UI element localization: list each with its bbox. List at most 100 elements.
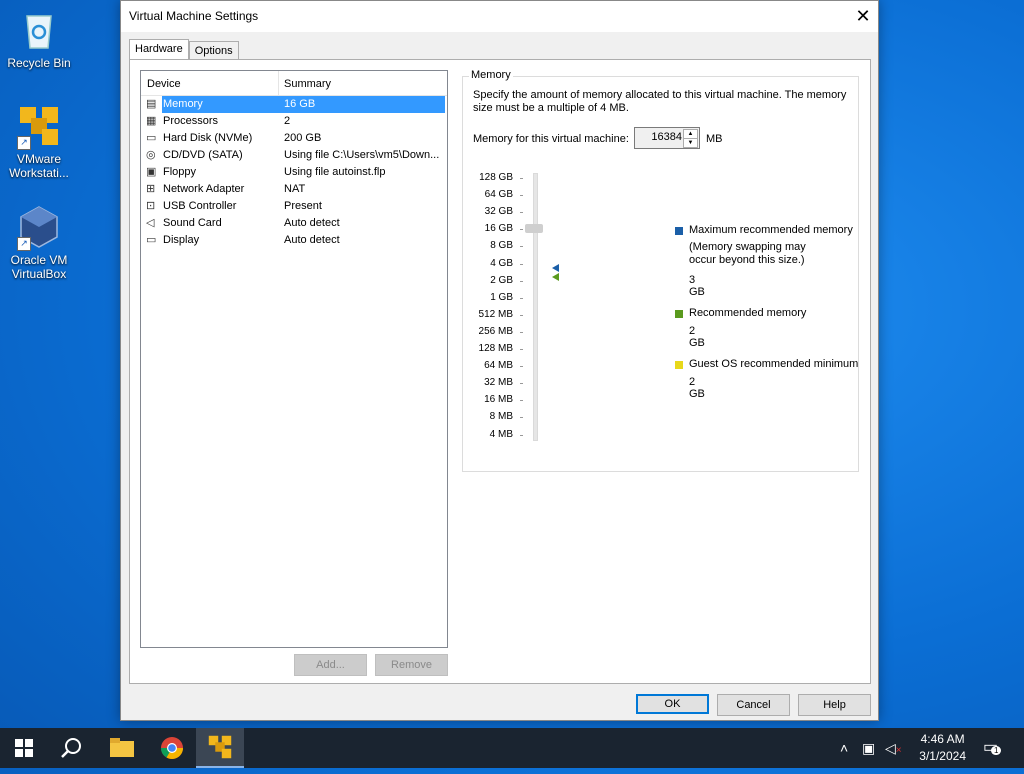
device-name: USB Controller	[163, 200, 237, 212]
device-row-sound-card[interactable]: ◁ Sound Card Auto detect	[141, 215, 447, 232]
scale-label: 32 MB	[484, 377, 513, 389]
device-summary: 16 GB	[284, 98, 316, 110]
memory-spinner[interactable]: 16384 ▲ ▼	[634, 127, 700, 149]
column-device[interactable]: Device	[147, 78, 181, 90]
spin-down-icon[interactable]: ▼	[683, 138, 698, 148]
scale-tick	[520, 383, 523, 385]
device-name: Sound Card	[163, 217, 222, 229]
scale-label: 8 MB	[489, 411, 513, 423]
column-divider[interactable]	[278, 71, 279, 95]
legend-value: 2 GB	[689, 376, 705, 400]
hard-disk-icon: ▭	[146, 132, 157, 144]
scale-label: 8 GB	[490, 240, 513, 252]
legend-title: Guest OS recommended minimum	[689, 358, 859, 370]
scale-label: 512 MB	[478, 308, 513, 320]
device-summary: Using file C:\Users\vm5\Down...	[284, 149, 440, 161]
device-row-memory[interactable]: ▤ Memory 16 GB	[141, 96, 447, 113]
scale-label: 1 GB	[490, 291, 513, 303]
scale-label: 16 MB	[484, 394, 513, 406]
scale-tick	[520, 178, 523, 179]
volume-muted-icon[interactable]: ◁×	[885, 740, 902, 757]
device-row-processors[interactable]: ▦ Processors 2	[141, 113, 447, 130]
scale-tick	[520, 229, 523, 231]
scale-label: 64 MB	[484, 360, 513, 372]
chrome-button[interactable]	[148, 728, 196, 768]
ok-button[interactable]: OK	[636, 694, 709, 714]
device-row-display[interactable]: ▭ Display Auto detect	[141, 232, 447, 249]
recommended-marker	[552, 273, 559, 281]
chrome-icon	[161, 737, 183, 759]
folder-icon	[110, 738, 134, 757]
guest-minimum-swatch	[675, 361, 683, 369]
taskbar: ˄ ▣ ◁× 4:46 AM 3/1/2024 ▭ 1	[0, 728, 1024, 768]
scale-tick	[520, 349, 523, 350]
usb-icon: ⊡	[146, 200, 156, 212]
close-icon[interactable]: ✕	[848, 1, 878, 32]
search-button[interactable]	[48, 728, 96, 768]
device-row-floppy[interactable]: ▣ Floppy Using file autoinst.flp	[141, 164, 447, 181]
tab-options[interactable]: Options	[188, 41, 239, 61]
memory-group-label: Memory	[469, 69, 513, 81]
start-button[interactable]	[0, 728, 48, 768]
memory-group: Memory Specify the amount of memory allo…	[462, 69, 859, 472]
device-row-usb-controller[interactable]: ⊡ USB Controller Present	[141, 198, 447, 215]
scale-tick	[520, 314, 523, 316]
device-row-cd-dvd[interactable]: ◎ CD/DVD (SATA) Using file C:\Users\vm5\…	[141, 147, 447, 164]
add-button[interactable]: Add...	[294, 654, 367, 676]
scale-label: 4 MB	[489, 428, 513, 440]
device-row-network-adapter[interactable]: ⊞ Network Adapter NAT	[141, 181, 447, 198]
scale-label: 64 GB	[484, 189, 513, 201]
tab-hardware[interactable]: Hardware	[129, 39, 189, 61]
vm-settings-dialog: Virtual Machine Settings ✕ Hardware Optio…	[120, 0, 879, 721]
desktop-icon-label: Oracle VM VirtualBox	[10, 253, 68, 281]
file-explorer-button[interactable]	[98, 728, 146, 768]
vmware-taskbar-button[interactable]	[196, 728, 244, 768]
column-summary[interactable]: Summary	[284, 78, 331, 90]
memory-value-input[interactable]: 16384	[651, 131, 682, 143]
notification-count: 1	[991, 746, 1002, 755]
device-summary: 2	[284, 115, 291, 127]
notification-button[interactable]: ▭ 1	[983, 737, 1002, 757]
help-button[interactable]: Help	[798, 694, 871, 716]
legend-value: 3 GB	[689, 274, 705, 298]
vmware-icon	[208, 735, 232, 759]
device-list[interactable]: Device Summary ▤ Memory 16 GB ▦ Processo…	[140, 70, 448, 648]
scale-tick	[520, 400, 523, 402]
processor-icon: ▦	[146, 115, 157, 127]
memory-unit: MB	[706, 133, 723, 145]
scale-tick	[520, 212, 523, 214]
virtualbox-icon: ↗	[17, 205, 61, 251]
network-adapter-icon: ⊞	[146, 183, 156, 195]
memory-field-label: Memory for this virtual machine:	[473, 133, 629, 145]
device-row-hard-disk[interactable]: ▭ Hard Disk (NVMe) 200 GB	[141, 130, 447, 147]
scale-tick	[520, 366, 523, 368]
clock[interactable]: 4:46 AM 3/1/2024	[919, 731, 966, 765]
desktop-icon-recycle-bin[interactable]: Recycle Bin	[1, 8, 77, 70]
windows-icon	[15, 739, 33, 757]
shortcut-arrow-icon: ↗	[17, 237, 31, 251]
recommended-swatch	[675, 310, 683, 318]
remove-button[interactable]: Remove	[375, 654, 448, 676]
scale-tick	[520, 246, 523, 248]
scale-tick	[520, 263, 523, 265]
scale-tick	[520, 297, 523, 299]
device-summary: 200 GB	[284, 132, 322, 144]
chevron-up-icon[interactable]: ˄	[840, 740, 848, 756]
titlebar: Virtual Machine Settings ✕	[121, 1, 878, 32]
recycle-bin-icon	[17, 8, 61, 52]
device-name: Network Adapter	[163, 183, 245, 195]
max-recommended-swatch	[675, 227, 683, 235]
cancel-button[interactable]: Cancel	[717, 694, 790, 716]
desktop-icon-virtualbox[interactable]: ↗ Oracle VM VirtualBox	[1, 205, 77, 281]
memory-slider-thumb[interactable]	[525, 224, 543, 233]
scale-label: 256 MB	[478, 325, 513, 337]
memory-slider-track[interactable]	[533, 173, 538, 441]
scale-label: 128 GB	[479, 172, 513, 183]
device-name: CD/DVD (SATA)	[163, 149, 243, 161]
device-name: Floppy	[163, 166, 197, 178]
desktop-icon-vmware[interactable]: ↗ VMware Workstati...	[1, 104, 77, 180]
network-icon[interactable]: ▣	[862, 740, 875, 757]
device-summary: Auto detect	[284, 217, 340, 229]
device-summary: NAT	[284, 183, 306, 195]
desktop-icon-label: VMware Workstati...	[9, 152, 69, 180]
